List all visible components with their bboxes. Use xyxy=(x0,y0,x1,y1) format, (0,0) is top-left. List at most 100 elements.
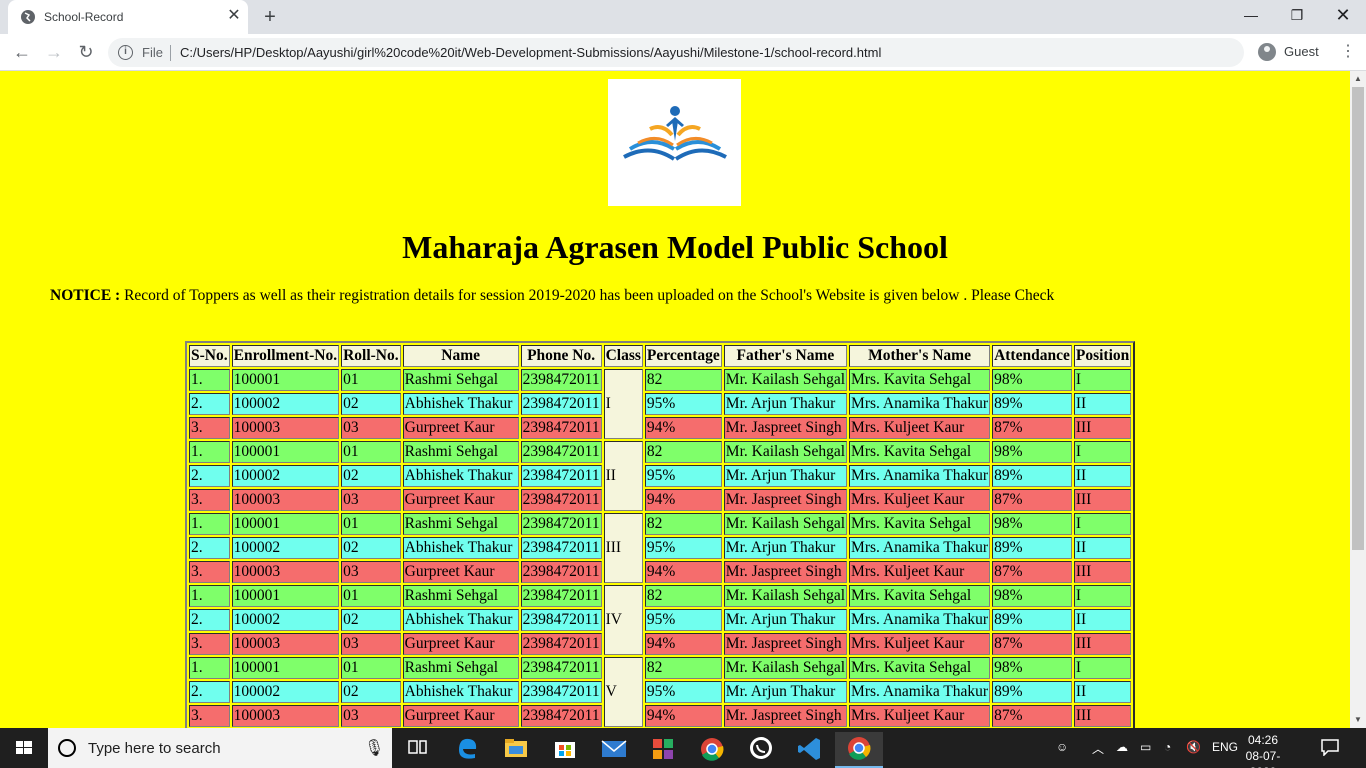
vscode-icon[interactable] xyxy=(786,732,834,768)
header-mother: Mother's Name xyxy=(849,345,991,367)
cell-roll: 02 xyxy=(341,537,401,559)
header-roll: Roll-No. xyxy=(341,345,401,367)
table-row: 3. 100003 03 Gurpreet Kaur 2398472011 94% Mr. … xyxy=(189,705,1132,727)
window-restore-button[interactable]: ❐ xyxy=(1274,0,1320,30)
cell-position: I xyxy=(1073,657,1132,679)
taskbar-search[interactable]: Type here to search 🎙 xyxy=(48,728,392,768)
cell-sno: 3. xyxy=(189,489,230,511)
profile-button[interactable]: Guest xyxy=(1254,38,1326,66)
taskbar-clock[interactable]: 04:26 08-07-2020 xyxy=(1238,732,1288,768)
profile-label: Guest xyxy=(1284,44,1319,59)
volume-muted-icon[interactable]: 🔇 xyxy=(1186,740,1201,754)
windows-logo-icon xyxy=(16,741,32,754)
window-close-button[interactable]: ✕ xyxy=(1320,0,1366,30)
cell-father: Mr. Kailash Sehgal xyxy=(723,441,848,463)
table-row: 1. 100001 01 Rashmi Sehgal 2398472011 I 82 Mr. … xyxy=(189,369,1132,439)
language-indicator[interactable]: ENG xyxy=(1212,740,1238,754)
cell-position: III xyxy=(1073,561,1132,583)
cell-percentage: 82 xyxy=(644,657,722,679)
chrome-active-icon[interactable] xyxy=(835,732,883,768)
url-text[interactable]: C:/Users/HP/Desktop/Aayushi/girl%20code%… xyxy=(180,45,881,60)
reload-icon[interactable]: ↻ xyxy=(72,38,100,66)
cell-attendance: 87% xyxy=(992,705,1072,727)
cell-roll: 02 xyxy=(341,609,401,631)
cell-sno: 3. xyxy=(189,417,230,439)
tab-close-icon[interactable]: ✕ xyxy=(224,6,244,26)
header-father: Father's Name xyxy=(723,345,848,367)
cell-sno: 3. xyxy=(189,561,230,583)
forward-arrow-icon[interactable]: → xyxy=(40,38,68,66)
cell-mother: Mrs. Kuljeet Kaur xyxy=(849,417,991,439)
cell-sno: 1. xyxy=(189,657,230,679)
cell-roll: 01 xyxy=(341,369,401,391)
cell-sno: 2. xyxy=(189,609,230,631)
cell-sno: 1. xyxy=(189,369,230,391)
cell-name: Abhishek Thakur xyxy=(402,609,519,631)
cell-name: Rashmi Sehgal xyxy=(402,657,519,679)
cell-attendance: 98% xyxy=(992,657,1072,679)
microphone-icon[interactable]: 🎙 xyxy=(364,738,384,758)
wifi-icon[interactable]: ◔ xyxy=(1164,740,1171,754)
page-viewport: Maharaja Agrasen Model Public School NOT… xyxy=(0,71,1350,728)
scroll-up-icon[interactable]: ▲ xyxy=(1350,71,1366,87)
tab-title: School-Record xyxy=(44,10,124,24)
cell-percentage: 82 xyxy=(644,585,722,607)
cell-percentage: 94% xyxy=(644,489,722,511)
file-explorer-icon[interactable] xyxy=(492,732,540,768)
cell-name: Rashmi Sehgal xyxy=(402,369,519,391)
kebab-menu-icon[interactable]: ⋮ xyxy=(1334,38,1362,66)
new-tab-button[interactable]: + xyxy=(258,5,282,29)
task-view-icon[interactable] xyxy=(394,732,442,768)
windows-taskbar: Type here to search 🎙 ☺ ︿ ☁ ▭ ◔ 🔇 ENG 04… xyxy=(0,728,1366,768)
browser-tab[interactable]: School-Record ✕ xyxy=(8,0,248,34)
table-row: 1. 100001 01 Rashmi Sehgal 2398472011 II 82 Mr.… xyxy=(189,441,1132,511)
cell-percentage: 82 xyxy=(644,441,722,463)
chevron-up-icon[interactable]: ︿ xyxy=(1092,740,1104,757)
page-scrollbar[interactable]: ▲ ▼ xyxy=(1350,71,1366,728)
header-position: Position xyxy=(1073,345,1132,367)
action-center-icon[interactable] xyxy=(1320,738,1340,756)
office-icon[interactable] xyxy=(639,732,687,768)
people-icon[interactable]: ☺ xyxy=(1056,740,1068,754)
cell-class: II xyxy=(603,441,643,511)
chrome-icon[interactable] xyxy=(688,732,736,768)
cell-phone: 2398472011 xyxy=(520,681,602,703)
cell-position: III xyxy=(1073,417,1132,439)
cell-percentage: 94% xyxy=(644,705,722,727)
cell-father: Mr. Arjun Thakur xyxy=(723,393,848,415)
cell-enrollment: 100002 xyxy=(231,465,340,487)
window-minimize-button[interactable]: — xyxy=(1228,0,1274,30)
back-arrow-icon[interactable]: ← xyxy=(8,38,36,66)
address-bar[interactable]: i File C:/Users/HP/Desktop/Aayushi/girl%… xyxy=(108,38,1244,67)
cell-position: II xyxy=(1073,537,1132,559)
scroll-down-icon[interactable]: ▼ xyxy=(1350,712,1366,728)
cell-roll: 02 xyxy=(341,393,401,415)
start-button[interactable] xyxy=(0,728,48,768)
cell-class: I xyxy=(603,369,643,439)
cell-father: Mr. Kailash Sehgal xyxy=(723,657,848,679)
store-icon[interactable] xyxy=(541,732,589,768)
cell-percentage: 95% xyxy=(644,681,722,703)
clock-date: 08-07-2020 xyxy=(1245,749,1281,768)
header-percentage: Percentage xyxy=(644,345,722,367)
cell-attendance: 89% xyxy=(992,609,1072,631)
cell-mother: Mrs. Anamika Thakur xyxy=(849,537,991,559)
header-name: Name xyxy=(402,345,519,367)
battery-icon[interactable]: ▭ xyxy=(1140,740,1151,754)
scrollbar-thumb[interactable] xyxy=(1352,87,1364,550)
cell-phone: 2398472011 xyxy=(520,585,602,607)
mail-icon[interactable] xyxy=(590,732,638,768)
cell-phone: 2398472011 xyxy=(520,441,602,463)
cell-mother: Mrs. Kavita Sehgal xyxy=(849,513,991,535)
whatsapp-icon[interactable] xyxy=(737,732,785,768)
cell-name: Gurpreet Kaur xyxy=(402,417,519,439)
cell-phone: 2398472011 xyxy=(520,393,602,415)
info-icon[interactable]: i xyxy=(118,45,133,60)
cell-attendance: 98% xyxy=(992,369,1072,391)
cell-sno: 2. xyxy=(189,681,230,703)
onedrive-icon[interactable]: ☁ xyxy=(1116,740,1128,754)
cell-sno: 1. xyxy=(189,441,230,463)
edge-browser-icon[interactable] xyxy=(443,732,491,768)
open-book-logo-icon xyxy=(623,106,727,161)
cell-mother: Mrs. Kuljeet Kaur xyxy=(849,633,991,655)
